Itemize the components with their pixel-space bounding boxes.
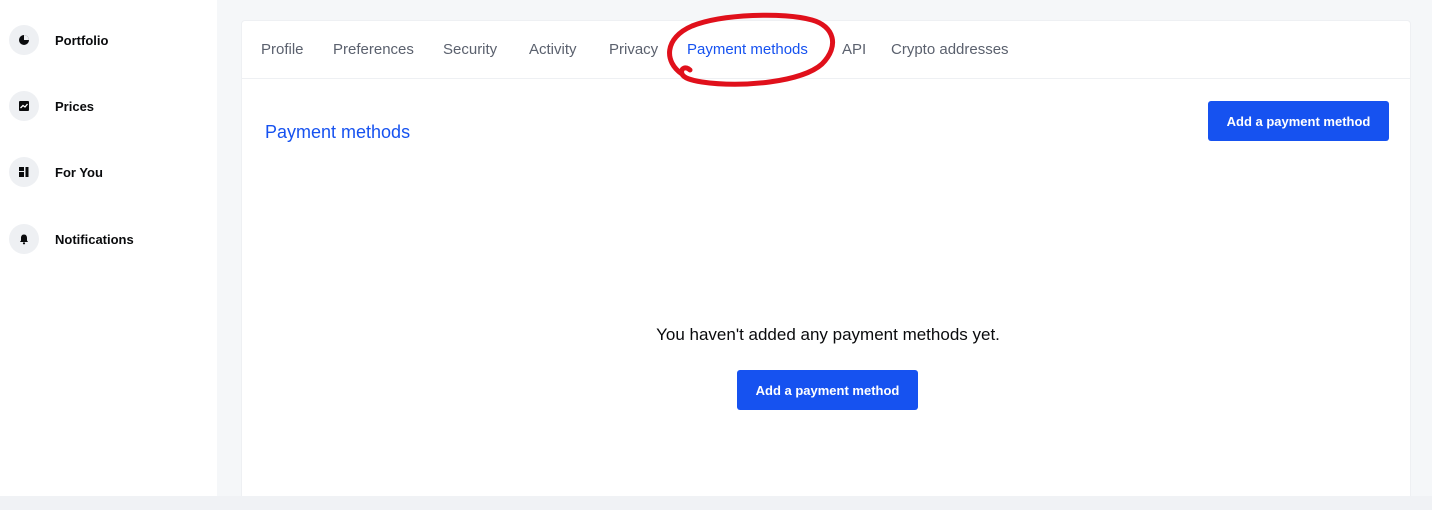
tab-crypto-addresses[interactable]: Crypto addresses: [891, 41, 1009, 58]
tab-security[interactable]: Security: [443, 41, 497, 58]
tab-profile[interactable]: Profile: [261, 41, 304, 58]
pie-chart-icon: [9, 25, 39, 55]
tab-preferences[interactable]: Preferences: [333, 41, 414, 58]
empty-state-message: You haven't added any payment methods ye…: [656, 325, 1000, 344]
tab-privacy[interactable]: Privacy: [609, 41, 658, 58]
grid-icon: [9, 157, 39, 187]
sidebar-item-for-you[interactable]: For You: [9, 156, 209, 188]
bottom-strip: [0, 496, 1432, 510]
empty-state-add-payment-method-button[interactable]: Add a payment method: [737, 370, 918, 410]
tab-payment-methods[interactable]: Payment methods: [687, 41, 808, 58]
sidebar-item-label: Prices: [55, 98, 95, 114]
tab-api[interactable]: API: [842, 41, 866, 58]
settings-tabs: Profile Preferences Security Activity Pr…: [242, 21, 1410, 79]
sidebar-item-prices[interactable]: Prices: [9, 90, 209, 122]
bell-icon: [9, 224, 39, 254]
line-chart-icon: [9, 91, 39, 121]
sidebar-item-label: For You: [55, 164, 103, 180]
sidebar-item-label: Notifications: [55, 231, 134, 247]
settings-card: Profile Preferences Security Activity Pr…: [241, 20, 1411, 496]
add-payment-method-button[interactable]: Add a payment method: [1208, 101, 1389, 141]
sidebar-item-notifications[interactable]: Notifications: [9, 223, 209, 255]
tab-activity[interactable]: Activity: [529, 41, 577, 58]
sidebar-item-portfolio[interactable]: Portfolio: [9, 24, 209, 56]
sidebar: Portfolio Prices For You Notifications: [0, 0, 217, 496]
sidebar-item-label: Portfolio: [55, 32, 109, 48]
section-title: Payment methods: [265, 122, 411, 142]
